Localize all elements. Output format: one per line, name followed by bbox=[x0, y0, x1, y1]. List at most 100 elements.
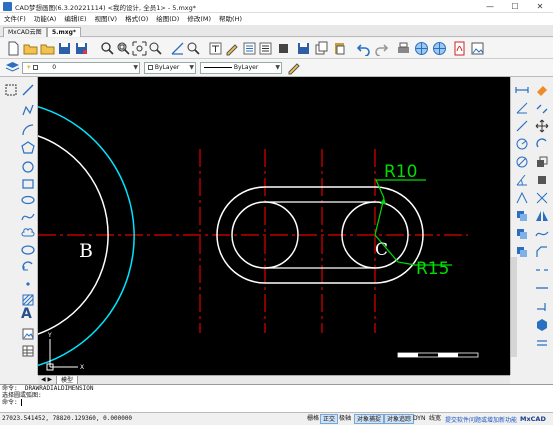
stretch-icon[interactable] bbox=[535, 173, 549, 187]
spline-icon[interactable] bbox=[21, 210, 35, 224]
save-icon[interactable] bbox=[296, 41, 311, 56]
nav-arrows-icon[interactable]: ◀ ▶ bbox=[41, 376, 52, 383]
polygon-icon[interactable] bbox=[21, 141, 35, 155]
globe-icon[interactable] bbox=[414, 41, 429, 56]
polyline-icon[interactable] bbox=[21, 103, 35, 117]
pdf-export-icon[interactable] bbox=[452, 41, 467, 56]
block-icon[interactable] bbox=[276, 41, 291, 56]
command-prompt[interactable]: 命令: bbox=[0, 399, 553, 406]
otrack-toggle[interactable]: 对象追踪 bbox=[384, 414, 415, 424]
print-icon[interactable] bbox=[396, 41, 411, 56]
arc-icon[interactable] bbox=[21, 123, 35, 137]
dim-angular-icon[interactable] bbox=[515, 101, 529, 115]
copy-objects-icon[interactable] bbox=[535, 101, 549, 115]
distance-icon[interactable] bbox=[515, 83, 529, 97]
layer-select[interactable]: ☀ 0 ▼ bbox=[22, 62, 140, 74]
ellipse-icon[interactable] bbox=[21, 193, 35, 207]
menu-format[interactable]: 格式(O) bbox=[121, 13, 152, 25]
break-icon[interactable] bbox=[535, 263, 549, 277]
globe-icon[interactable] bbox=[432, 41, 447, 56]
save-icon[interactable] bbox=[57, 41, 72, 56]
select-window-icon[interactable] bbox=[4, 83, 18, 97]
edit-pencil-icon[interactable] bbox=[224, 41, 239, 56]
ortho-toggle[interactable]: 正交 bbox=[320, 414, 339, 424]
explode-icon[interactable] bbox=[515, 245, 529, 259]
dim-ordinate-icon[interactable] bbox=[515, 191, 529, 205]
revision-cloud-icon[interactable] bbox=[21, 226, 35, 240]
ellipse-arc-icon[interactable] bbox=[21, 243, 35, 257]
zoom-extents-icon[interactable] bbox=[132, 41, 147, 56]
menu-modify[interactable]: 修改(M) bbox=[183, 13, 215, 25]
menu-view[interactable]: 视图(V) bbox=[91, 13, 122, 25]
grid-toggle[interactable]: 栅格 bbox=[305, 414, 321, 424]
feedback-link[interactable]: 提交软件问题或增加新功能 bbox=[445, 415, 517, 424]
menu-edit[interactable]: 编辑(E) bbox=[60, 13, 90, 25]
polar-toggle[interactable]: 极轴 bbox=[337, 414, 353, 424]
scale-icon[interactable] bbox=[535, 155, 549, 169]
layer-properties-icon[interactable] bbox=[242, 41, 257, 56]
mirror-icon[interactable] bbox=[535, 209, 549, 223]
measure-icon[interactable] bbox=[170, 41, 185, 56]
chamfer-icon[interactable] bbox=[535, 245, 549, 259]
rotate-icon[interactable] bbox=[535, 137, 549, 151]
new-file-icon[interactable] bbox=[6, 41, 21, 56]
color-select[interactable]: ByLayer ▼ bbox=[144, 62, 196, 74]
extend-icon[interactable] bbox=[535, 299, 549, 313]
minimize-button[interactable]: — bbox=[478, 0, 502, 13]
hatch-icon[interactable] bbox=[21, 293, 35, 307]
line-icon[interactable] bbox=[21, 83, 35, 97]
join-icon[interactable] bbox=[535, 281, 549, 295]
zoom-all-icon[interactable] bbox=[148, 41, 163, 56]
osnap-toggle[interactable]: 对象捕捉 bbox=[354, 414, 385, 424]
dim-diameter-icon[interactable] bbox=[515, 155, 529, 169]
properties-icon[interactable] bbox=[258, 41, 273, 56]
save-as-icon[interactable] bbox=[74, 41, 89, 56]
dim-radius-icon[interactable] bbox=[515, 137, 529, 151]
open-folder-icon[interactable] bbox=[23, 41, 38, 56]
tab-drawing-5[interactable]: 5.mxg* bbox=[47, 27, 82, 37]
undo-icon[interactable] bbox=[356, 41, 371, 56]
dyn-toggle[interactable]: DYN bbox=[411, 414, 427, 424]
pedit-icon[interactable] bbox=[535, 335, 549, 349]
menu-help[interactable]: 帮助(H) bbox=[215, 13, 246, 25]
copy-icon[interactable] bbox=[314, 41, 329, 56]
zoom-window-icon[interactable] bbox=[116, 41, 131, 56]
offset-icon[interactable] bbox=[515, 209, 529, 223]
table-icon[interactable] bbox=[21, 344, 35, 358]
text-style-icon[interactable] bbox=[208, 41, 223, 56]
rotate-icon[interactable] bbox=[21, 260, 35, 274]
tab-mxcad-cloud[interactable]: MxCAD云图 bbox=[3, 27, 47, 37]
point-icon[interactable] bbox=[21, 277, 35, 291]
mxcad-brand[interactable]: MxCAD bbox=[520, 414, 546, 424]
trim-icon[interactable] bbox=[535, 191, 549, 205]
dim-aligned-icon[interactable] bbox=[515, 119, 529, 133]
paste-icon[interactable] bbox=[332, 41, 347, 56]
close-button[interactable]: ✕ bbox=[528, 0, 552, 13]
menu-function[interactable]: 功能(A) bbox=[30, 13, 61, 25]
move-icon[interactable] bbox=[535, 119, 549, 133]
redo-icon[interactable] bbox=[374, 41, 389, 56]
open-folder-icon[interactable] bbox=[40, 41, 55, 56]
3d-box-icon[interactable] bbox=[535, 317, 549, 331]
layers-icon[interactable] bbox=[5, 60, 20, 75]
image-export-icon[interactable] bbox=[470, 41, 485, 56]
erase-icon[interactable] bbox=[535, 83, 549, 97]
wave-icon[interactable] bbox=[535, 227, 549, 241]
lineweight-toggle[interactable]: 线宽 bbox=[427, 414, 443, 424]
match-properties-icon[interactable] bbox=[286, 60, 301, 75]
zoom-icon[interactable] bbox=[100, 41, 115, 56]
dim-angle-icon[interactable] bbox=[515, 173, 529, 187]
image-icon[interactable] bbox=[21, 327, 35, 341]
rectangle-icon[interactable] bbox=[21, 177, 35, 191]
command-window[interactable]: 命令: _DRAWRADIALDIMENSION 选择圆或弧图: 命令: bbox=[0, 384, 553, 412]
menu-draw[interactable]: 绘图(D) bbox=[152, 13, 183, 25]
text-a-icon[interactable]: A bbox=[21, 307, 35, 321]
linetype-select[interactable]: ByLayer ▼ bbox=[200, 62, 282, 74]
array-icon[interactable] bbox=[515, 227, 529, 241]
drawing-canvas[interactable]: B C R10 R15 Y X bbox=[38, 77, 510, 375]
search-icon[interactable] bbox=[186, 41, 201, 56]
menu-file[interactable]: 文件(F) bbox=[0, 13, 30, 25]
vertical-scrollbar[interactable] bbox=[511, 257, 517, 357]
circle-icon[interactable] bbox=[21, 160, 35, 174]
maximize-button[interactable]: ☐ bbox=[503, 0, 527, 13]
